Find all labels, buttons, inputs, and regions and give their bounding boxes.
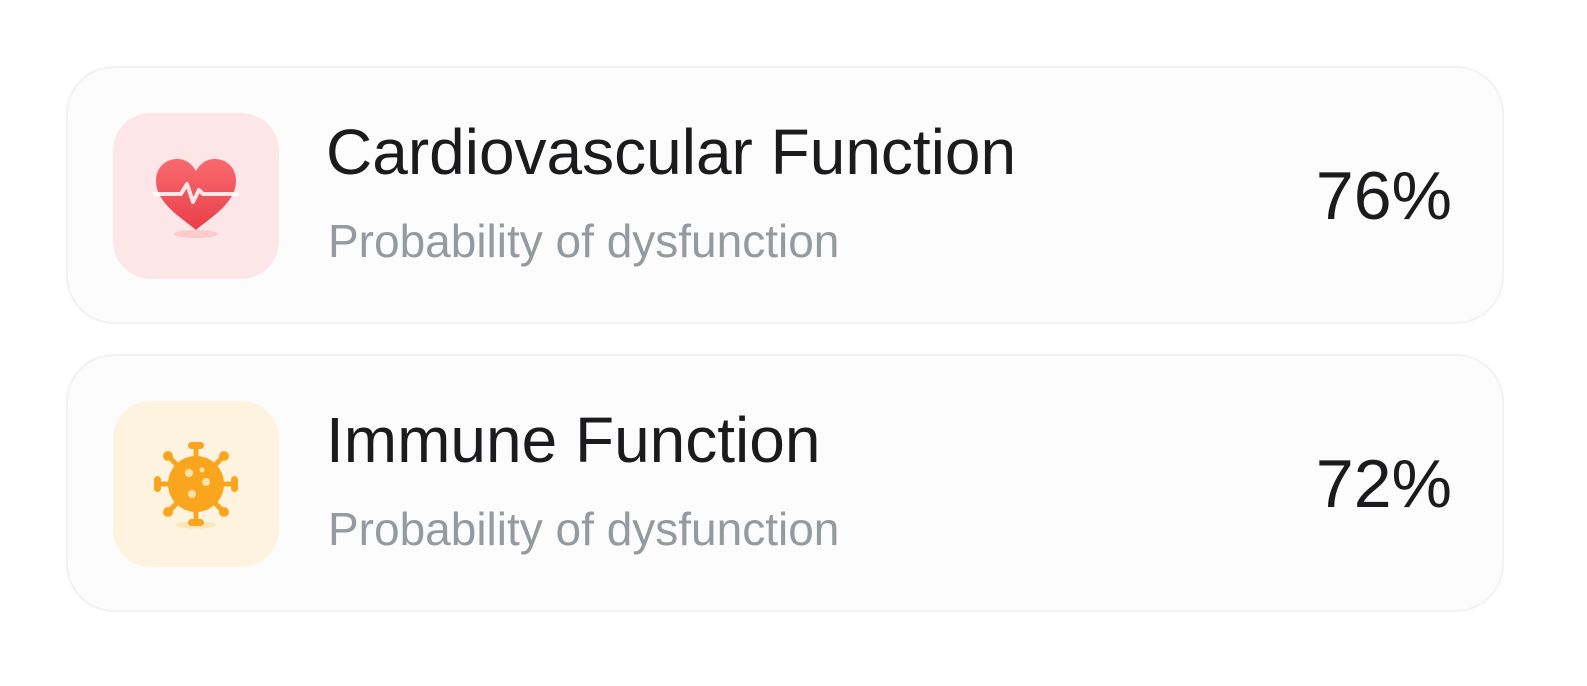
metrics-list: Cardiovascular Function Probability of d… — [66, 66, 1504, 642]
metric-card-immune[interactable]: Immune Function Probability of dysfuncti… — [66, 354, 1504, 612]
virus-icon — [154, 442, 238, 529]
metric-subtitle: Probability of dysfunction — [328, 503, 840, 555]
metric-subtitle: Probability of dysfunction — [328, 215, 840, 267]
icon-tile — [113, 401, 279, 567]
metric-value: 72% — [1315, 446, 1452, 522]
heart-pulse-icon — [153, 159, 239, 238]
metric-title: Cardiovascular Function — [326, 116, 1017, 188]
icon-tile — [113, 113, 279, 279]
metric-card-cardiovascular[interactable]: Cardiovascular Function Probability of d… — [66, 66, 1504, 324]
metric-value: 76% — [1315, 158, 1452, 234]
metric-title: Immune Function — [326, 404, 821, 476]
